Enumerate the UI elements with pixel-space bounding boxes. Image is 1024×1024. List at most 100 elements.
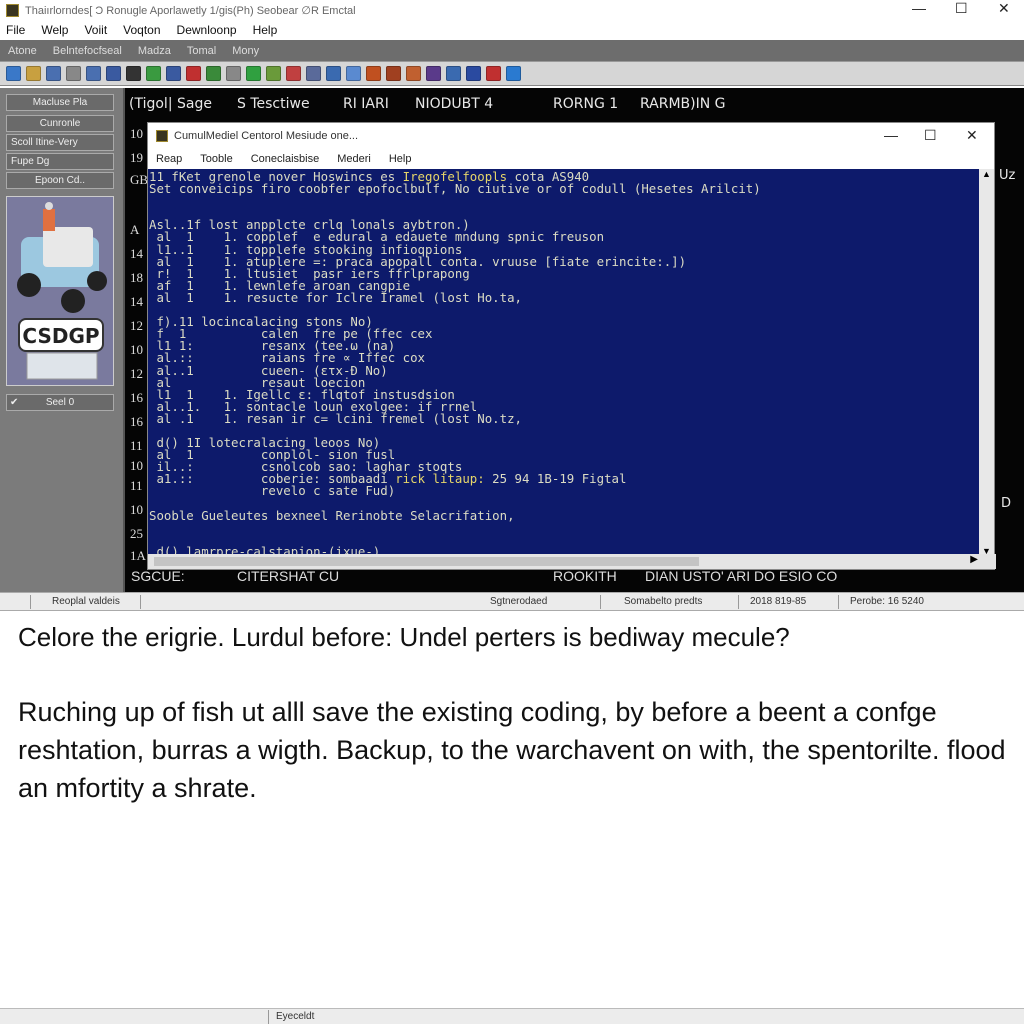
line-number: 1A [130, 548, 146, 563]
toolbar-icon[interactable] [466, 66, 481, 81]
menu-item[interactable]: Dewnloonp [177, 23, 237, 37]
left-panel: Macluse Pla Cunronle Scoll Itine-Very Fu… [0, 88, 125, 592]
highlighted-text: rick litaup: [395, 471, 485, 487]
toolbar-item[interactable]: Madza [138, 45, 171, 57]
line-number: 19 [130, 150, 143, 165]
close-button[interactable]: ✕ [998, 0, 1010, 17]
toolbar-item[interactable]: Tomal [187, 45, 216, 57]
terminal-text: revelo c sate Fud) [149, 483, 396, 499]
toolbar-icon[interactable] [226, 66, 241, 81]
toolbar-icon[interactable] [346, 66, 361, 81]
toolbar-icon[interactable] [306, 66, 321, 81]
toolbar-item[interactable]: Mony [232, 45, 259, 57]
menu-bar: File Welp Voiit Voqton Dewnloonp Help [0, 20, 1024, 40]
toolbar-icon[interactable] [386, 66, 401, 81]
sidebar-toggle[interactable]: ✔ Seel 0 [6, 394, 114, 411]
scrollbar-thumb[interactable] [154, 557, 699, 566]
check-icon: ✔ [10, 397, 19, 408]
bottom-label: SGCUE: [131, 568, 185, 584]
terminal-output[interactable]: 11 fKet grenole nover Hoswincs es Iregof… [148, 169, 980, 556]
toolbar-icon[interactable] [66, 66, 81, 81]
maximize-button[interactable]: ☐ [955, 0, 968, 17]
line-number: 11 [130, 478, 143, 493]
logo-text: CSDGP [22, 324, 99, 348]
toolbar-icon[interactable] [506, 66, 521, 81]
line-number: 10 [130, 502, 143, 517]
menu-item[interactable]: Voqton [123, 23, 160, 37]
dialog-menu-item[interactable]: Reap [156, 153, 182, 165]
menu-item[interactable]: File [6, 23, 25, 37]
terminal-text: Sooble Gueleutes bexneel Rerinobte Selac… [149, 507, 515, 523]
bottom-bar-label: Eyeceldt [276, 1011, 315, 1022]
menu-item[interactable]: Voiit [84, 23, 107, 37]
toolbar-icon[interactable] [266, 66, 281, 81]
caption-area: Celore the erigrie. Lurdul before: Undel… [18, 622, 1008, 807]
terminal-line: Set conveicips firo coobfer epofoclbulf,… [149, 182, 980, 195]
toolbar-icon[interactable] [6, 66, 21, 81]
line-number: 18 [130, 270, 143, 285]
toolbar-icon[interactable] [246, 66, 261, 81]
toolbar-icon[interactable] [446, 66, 461, 81]
dialog-menu-item[interactable]: Help [389, 153, 412, 165]
toolbar-icon[interactable] [486, 66, 501, 81]
vertical-scrollbar[interactable]: ▲ ▼ [979, 169, 994, 556]
dialog-menu-item[interactable]: Mederi [337, 153, 371, 165]
horizontal-scrollbar[interactable]: ▶ [148, 554, 996, 569]
terminal-text: 25 94 1B-19 Figtal [484, 471, 627, 487]
line-number: 14 [130, 246, 143, 261]
toolbar-icon[interactable] [326, 66, 341, 81]
terminal-line: al .1 1. resan ir c= lcini fremel (lost … [149, 412, 980, 425]
toolbar-icon[interactable] [146, 66, 161, 81]
toolbar-icon[interactable] [406, 66, 421, 81]
terminal-line: Sooble Gueleutes bexneel Rerinobte Selac… [149, 507, 980, 523]
toolbar-icon[interactable] [166, 66, 181, 81]
line-number: 11 [130, 438, 143, 453]
column-header: NIODUBT 4 [415, 96, 494, 112]
line-number: 16 [130, 414, 143, 429]
line-number: A [130, 222, 140, 237]
line-number: 16 [130, 390, 143, 405]
line-number: 10 [130, 342, 143, 357]
toolbar-item[interactable]: Belntefocfseal [53, 45, 122, 57]
dialog-minimize-button[interactable]: — [884, 127, 898, 143]
dialog-menu-bar: Reap Tooble Coneclaisbise Mederi Help [148, 149, 994, 169]
minimize-button[interactable]: — [912, 0, 926, 16]
dialog-menu-item[interactable]: Tooble [200, 153, 232, 165]
sidebar-button[interactable]: Scoll Itine-Very [6, 134, 114, 151]
scroll-right-icon[interactable]: ▶ [970, 554, 978, 565]
sidebar-button[interactable]: Fupe Dg [6, 153, 114, 170]
status-text: Reoplal valdeis [52, 596, 120, 607]
bottom-label: CITERSHAT CU [237, 568, 340, 584]
caption-heading: Celore the erigrie. Lurdul before: Undel… [18, 622, 790, 652]
status-date: 2018 819-85 [750, 596, 807, 607]
toolbar-icon[interactable] [106, 66, 121, 81]
toolbar-icon[interactable] [46, 66, 61, 81]
menu-item[interactable]: Help [253, 23, 278, 37]
dialog-app-icon [156, 130, 168, 142]
line-number: 25 [130, 526, 143, 541]
dialog-menu-item[interactable]: Coneclaisbise [251, 153, 319, 165]
bottom-label: ROOKITH [553, 568, 617, 584]
toolbar-item[interactable]: Atone [8, 45, 37, 57]
toolbar-icon[interactable] [366, 66, 381, 81]
toolbar-icon[interactable] [286, 66, 301, 81]
sidebar-button[interactable]: Cunronle [6, 115, 114, 132]
sidebar-button[interactable]: Epoon Cd.. [6, 172, 114, 189]
toolbar-icon[interactable] [186, 66, 201, 81]
menu-item[interactable]: Welp [41, 23, 68, 37]
dialog-close-button[interactable]: ✕ [966, 127, 978, 144]
toolbar-icon[interactable] [206, 66, 221, 81]
scroll-up-icon[interactable]: ▲ [982, 169, 991, 179]
sidebar-button[interactable]: Macluse Pla [6, 94, 114, 111]
toolbar-icon[interactable] [86, 66, 101, 81]
dialog-maximize-button[interactable]: ☐ [924, 127, 937, 144]
toolbar-icon[interactable] [426, 66, 441, 81]
console-dialog: CumulMediel Centorol Mesiude one... — ☐ … [147, 122, 996, 570]
status-text: Sgtnerodaed [490, 596, 548, 607]
bottom-label: DIAN USTO' ARI DO ESIO CO [645, 568, 838, 584]
toolbar-icon[interactable] [26, 66, 41, 81]
vehicle-icon: CSDGP [17, 202, 107, 380]
column-header: RI IARI [343, 96, 389, 112]
toolbar-icon[interactable] [126, 66, 141, 81]
